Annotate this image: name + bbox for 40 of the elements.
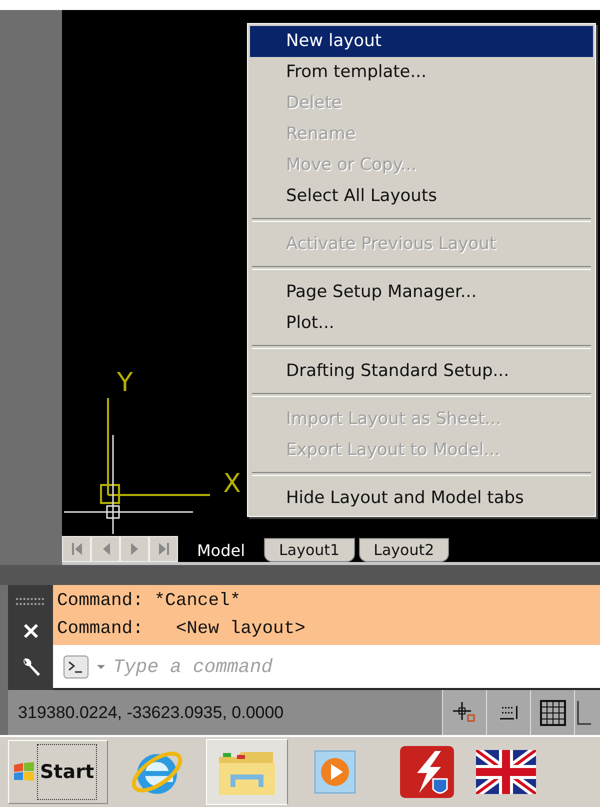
menu-item[interactable]: Page Setup Manager... [250, 277, 593, 308]
previous-tab-button[interactable] [91, 536, 120, 562]
menu-item[interactable]: Plot... [250, 308, 593, 339]
next-tab-button[interactable] [120, 536, 149, 562]
first-icon [70, 542, 84, 556]
menu-item[interactable]: Drafting Standard Setup... [250, 356, 593, 387]
windows-logo-icon [13, 761, 35, 783]
grip-icon[interactable] [16, 597, 46, 608]
menu-item[interactable]: Hide Layout and Model tabs [250, 483, 593, 514]
caret-icon[interactable] [95, 662, 107, 670]
coordinates-readout: 319380.0224, -33623.0935, 0.0000 [17, 702, 285, 722]
menu-item[interactable]: From template... [250, 57, 593, 88]
close-icon[interactable] [22, 623, 38, 640]
ucs-icon [100, 398, 210, 504]
last-tab-button[interactable] [149, 536, 178, 562]
grid-icon [538, 698, 566, 726]
ortho-button[interactable] [574, 690, 600, 735]
command-prompt-icon[interactable] [63, 654, 91, 678]
explorer-taskbar-button[interactable] [206, 739, 288, 805]
menu-item[interactable]: Select All Layouts [250, 181, 593, 212]
last-icon [156, 542, 170, 556]
lightning-shield-icon [397, 743, 457, 801]
drawing-canvas[interactable] [62, 10, 600, 565]
ortho-icon [575, 698, 591, 726]
command-input-field[interactable]: Type a command [111, 654, 600, 678]
menu-item[interactable]: New layout [250, 26, 593, 57]
union-jack-flag-icon [476, 750, 536, 794]
infer-button[interactable] [486, 690, 530, 735]
layout-tab[interactable]: Layout1 [264, 538, 355, 562]
command-history-line: Command: *Cancel* [57, 590, 242, 613]
start-button[interactable]: Start [8, 740, 108, 804]
grid-button[interactable] [530, 690, 574, 735]
layout-tab[interactable]: Layout2 [358, 538, 450, 562]
x-axis-label: X [223, 469, 241, 499]
first-tab-button[interactable] [62, 536, 91, 562]
snap-button[interactable] [442, 690, 486, 735]
crosshair-cursor-icon [64, 435, 193, 537]
command-history-line: Command: <New layout> [57, 618, 306, 641]
command-input-field[interactable]: Type a command [53, 645, 600, 690]
y-axis-label: Y [117, 368, 133, 398]
